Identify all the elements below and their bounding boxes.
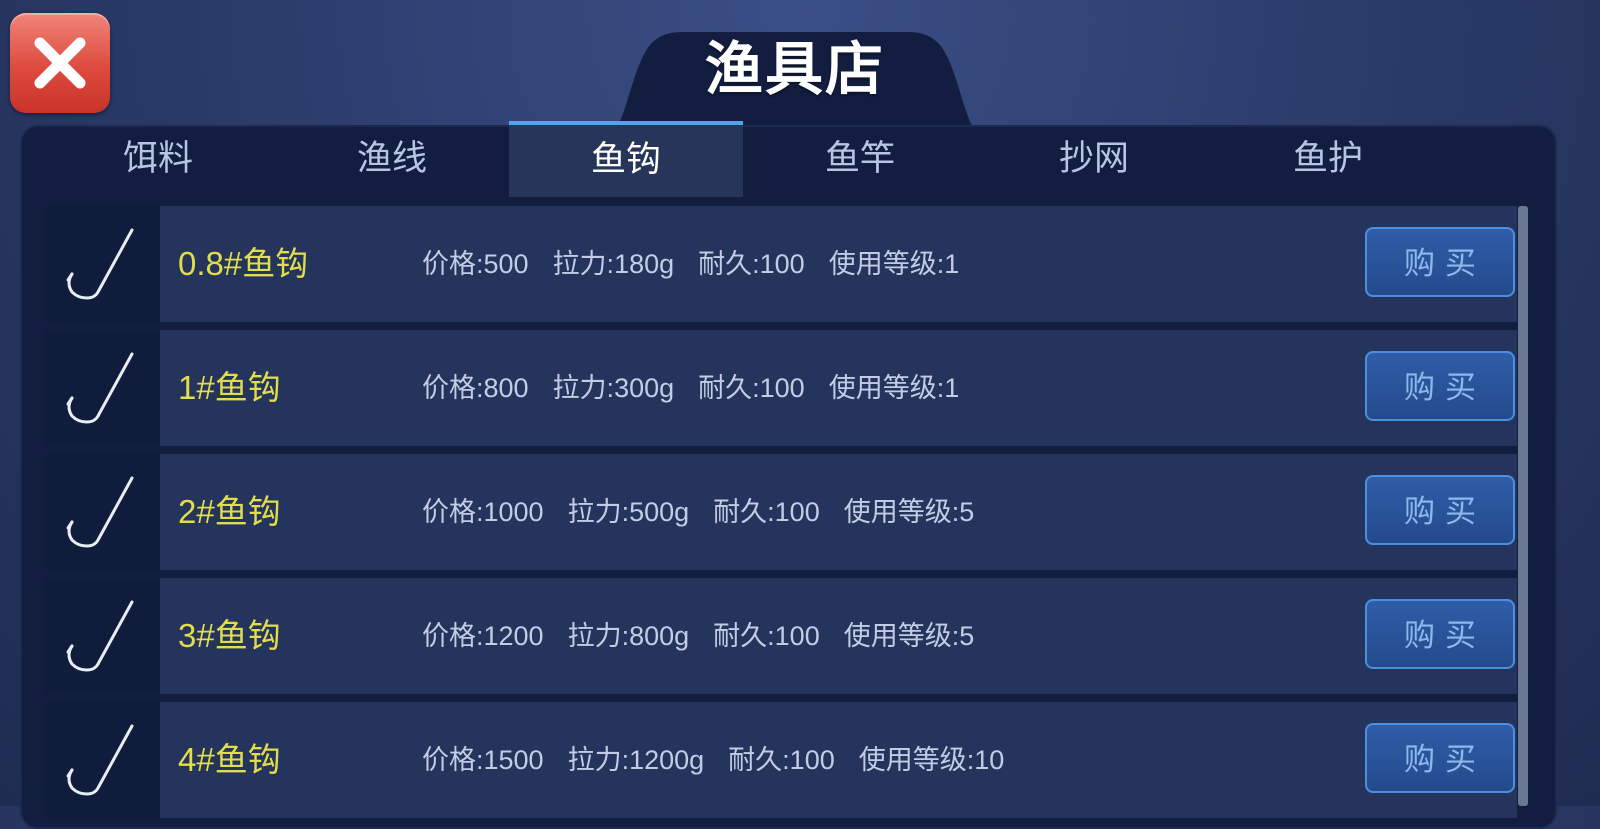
item-level: 使用等级:1 [828, 373, 960, 403]
item-name: 2#鱼钩 [178, 493, 281, 530]
tab-bait[interactable]: 饵料 [41, 121, 275, 197]
item-durability: 耐久:100 [698, 249, 805, 279]
fish-hook-icon [66, 724, 134, 796]
tab-fish-keeper[interactable]: 鱼护 [1211, 121, 1445, 197]
item-price: 价格:1000 [422, 497, 544, 527]
item-durability: 耐久:100 [728, 745, 835, 775]
list-item: 3#鱼钩 价格:1200 拉力:800g 耐久:100 使用等级:5 购买 [44, 578, 1517, 694]
item-price: 价格:800 [422, 373, 529, 403]
close-button[interactable] [10, 13, 110, 113]
tab-fishing-line[interactable]: 渔线 [275, 121, 509, 197]
list-item: 0.8#鱼钩 价格:500 拉力:180g 耐久:100 使用等级:1 购买 [44, 206, 1517, 322]
item-icon-box [44, 702, 160, 818]
item-icon-box [44, 454, 160, 570]
item-tension: 拉力:300g [552, 373, 675, 403]
item-price: 价格:1200 [422, 621, 544, 651]
fish-hook-icon [66, 476, 134, 548]
item-name: 3#鱼钩 [178, 617, 281, 654]
item-level: 使用等级:5 [843, 621, 975, 651]
fish-hook-icon [66, 600, 134, 672]
item-tension: 拉力:180g [552, 249, 675, 279]
list-item: 4#鱼钩 价格:1500 拉力:1200g 耐久:100 使用等级:10 购买 [44, 702, 1517, 818]
buy-button[interactable]: 购买 [1365, 475, 1515, 545]
item-tension: 拉力:800g [567, 621, 690, 651]
tab-fishing-rod[interactable]: 鱼竿 [743, 121, 977, 197]
buy-button[interactable]: 购买 [1365, 351, 1515, 421]
category-tabs: 饵料 渔线 鱼钩 鱼竿 抄网 鱼护 [41, 121, 1441, 199]
close-icon [34, 37, 86, 89]
list-item: 2#鱼钩 价格:1000 拉力:500g 耐久:100 使用等级:5 购买 [44, 454, 1517, 570]
item-icon-box [44, 578, 160, 694]
buy-button[interactable]: 购买 [1365, 599, 1515, 669]
item-stats: 价格:1200 拉力:800g 耐久:100 使用等级:5 [422, 578, 998, 694]
buy-button[interactable]: 购买 [1365, 723, 1515, 793]
item-level: 使用等级:5 [843, 497, 975, 527]
scrollbar-track[interactable] [1518, 206, 1528, 806]
item-stats: 价格:1000 拉力:500g 耐久:100 使用等级:5 [422, 454, 998, 570]
list-item: 1#鱼钩 价格:800 拉力:300g 耐久:100 使用等级:1 购买 [44, 330, 1517, 446]
item-name: 4#鱼钩 [178, 741, 281, 778]
item-stats: 价格:1500 拉力:1200g 耐久:100 使用等级:10 [422, 702, 1028, 818]
item-level: 使用等级:10 [858, 745, 1005, 775]
item-icon-box [44, 330, 160, 446]
item-durability: 耐久:100 [713, 497, 820, 527]
scrollbar-thumb[interactable] [1518, 206, 1528, 806]
item-durability: 耐久:100 [713, 621, 820, 651]
item-stats: 价格:800 拉力:300g 耐久:100 使用等级:1 [422, 330, 983, 446]
item-durability: 耐久:100 [698, 373, 805, 403]
item-stats: 价格:500 拉力:180g 耐久:100 使用等级:1 [422, 206, 983, 322]
item-tension: 拉力:1200g [567, 745, 705, 775]
tab-fish-hook[interactable]: 鱼钩 [509, 121, 743, 197]
item-name: 0.8#鱼钩 [178, 245, 309, 282]
item-price: 价格:500 [422, 249, 529, 279]
tab-landing-net[interactable]: 抄网 [977, 121, 1211, 197]
buy-button[interactable]: 购买 [1365, 227, 1515, 297]
item-tension: 拉力:500g [567, 497, 690, 527]
fish-hook-icon [66, 352, 134, 424]
item-level: 使用等级:1 [828, 249, 960, 279]
page-title: 渔具店 [704, 37, 885, 102]
item-icon-box [44, 206, 160, 322]
item-name: 1#鱼钩 [178, 369, 281, 406]
fish-hook-icon [66, 228, 134, 300]
item-price: 价格:1500 [422, 745, 544, 775]
